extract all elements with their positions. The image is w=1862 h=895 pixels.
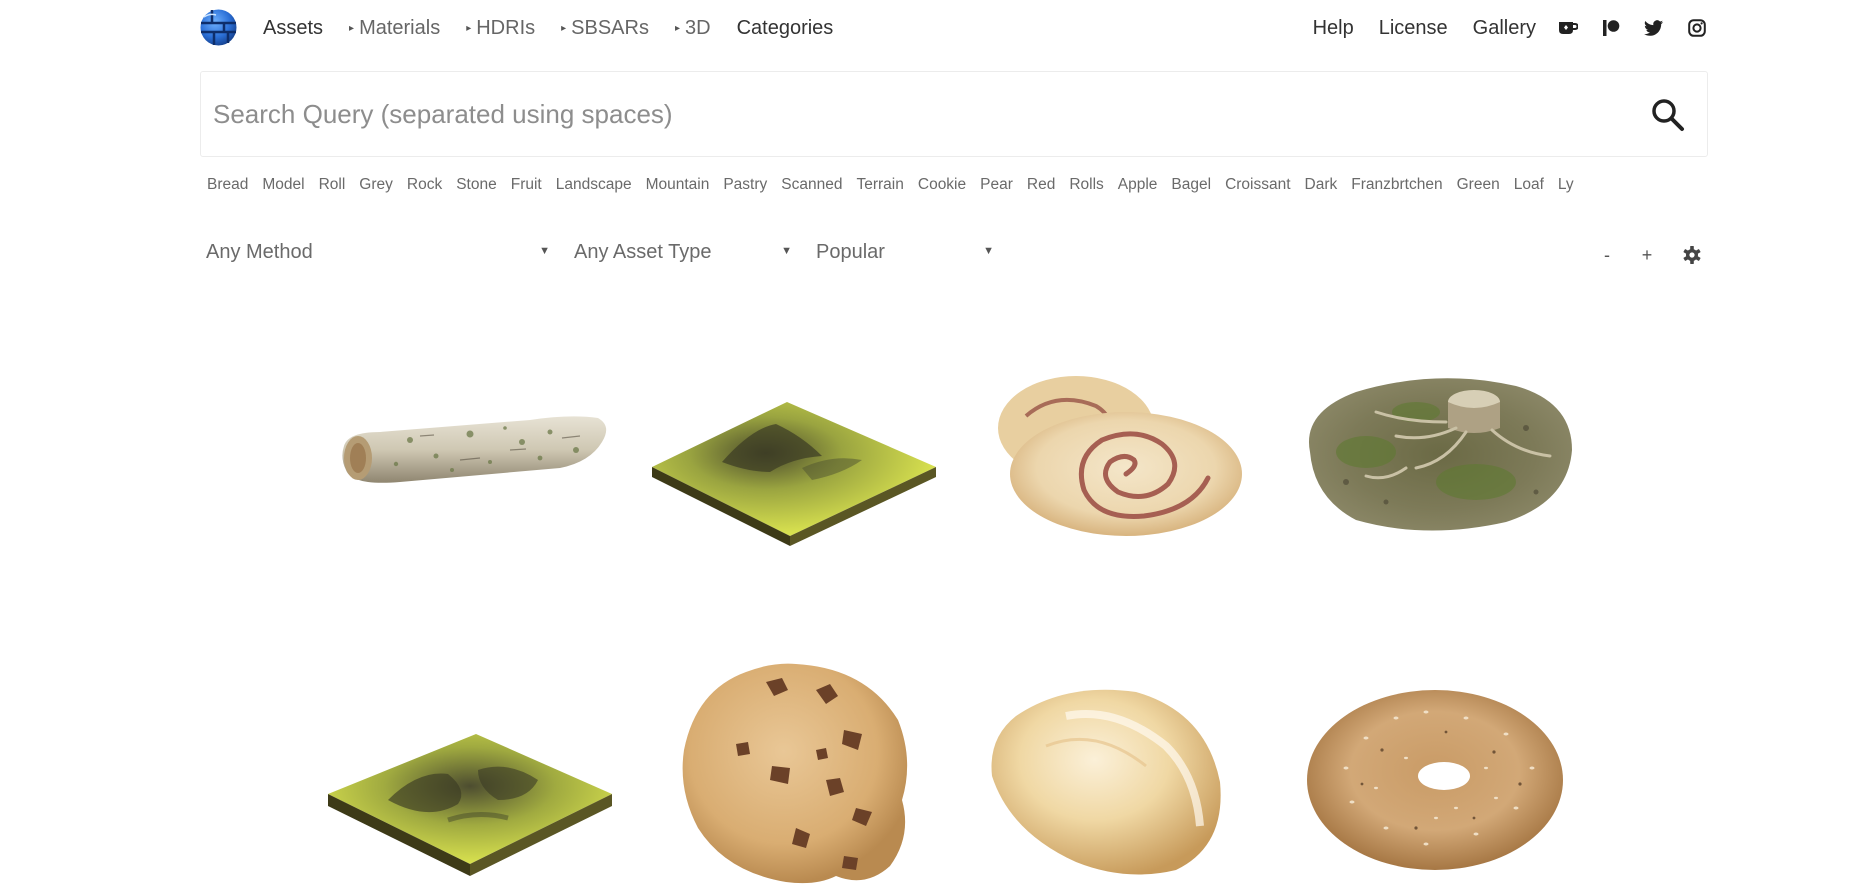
sort-select-value: Popular: [816, 240, 885, 263]
nav-right-links: Help License Gallery: [1288, 0, 1708, 56]
cinnamon-roll-thumbnail[interactable]: [986, 370, 1246, 538]
nav-materials-link[interactable]: ▸ Materials: [349, 17, 440, 40]
sesame-bagel-thumbnail[interactable]: [1306, 688, 1564, 872]
search-box: [200, 71, 1708, 157]
search-input[interactable]: [213, 88, 1593, 140]
tag-bread[interactable]: Bread: [207, 176, 248, 194]
tag-cookie[interactable]: Cookie: [918, 176, 966, 194]
nav-3d-link[interactable]: ▸ 3D: [675, 17, 711, 40]
tag-ly[interactable]: Ly: [1558, 176, 1574, 194]
nav-hdris-label: HDRIs: [476, 16, 536, 39]
tag-scanned[interactable]: Scanned: [781, 176, 842, 194]
tag-croissant[interactable]: Croissant: [1225, 176, 1290, 194]
instagram-icon[interactable]: [1686, 17, 1708, 39]
gear-icon[interactable]: [1682, 245, 1702, 265]
method-select-value: Any Method: [206, 240, 313, 263]
forest-ground-stump-thumbnail[interactable]: [1296, 372, 1576, 536]
top-nav: Assets ▸ Materials ▸ HDRIs ▸ SBSARs ▸ 3D Cat…: [200, 0, 1708, 56]
patreon-icon[interactable]: [1600, 17, 1622, 39]
tag-model[interactable]: Model: [262, 176, 304, 194]
asset-type-select-value: Any Asset Type: [574, 240, 712, 263]
dropdown-arrow-icon: ▼: [983, 245, 994, 257]
nav-materials-label: Materials: [359, 16, 441, 39]
search-icon[interactable]: [1649, 96, 1687, 134]
nav-hdris-link[interactable]: ▸ HDRIs: [466, 17, 535, 40]
chocolate-chip-cookie-thumbnail[interactable]: [676, 660, 916, 888]
tag-fruit[interactable]: Fruit: [511, 176, 542, 194]
tag-list: Bread Model Roll Grey Rock Stone Fruit Landscap…: [200, 176, 1708, 202]
caret-right-icon: ▸: [674, 22, 680, 34]
dropdown-arrow-icon: ▼: [781, 245, 792, 257]
tag-apple[interactable]: Apple: [1118, 176, 1158, 194]
birch-log-thumbnail[interactable]: [340, 410, 610, 486]
method-select[interactable]: Any Method ▼: [206, 237, 550, 267]
caret-right-icon: ▸: [349, 22, 355, 34]
tag-mountain[interactable]: Mountain: [646, 176, 710, 194]
nav-assets-link[interactable]: Assets: [263, 17, 323, 40]
tag-pastry[interactable]: Pastry: [723, 176, 767, 194]
nav-3d-label: 3D: [685, 16, 711, 39]
tag-stone[interactable]: Stone: [456, 176, 497, 194]
tag-franzbrtchen[interactable]: Franzbrtchen: [1351, 176, 1442, 194]
ko-fi-icon[interactable]: [1557, 17, 1579, 39]
mountain-terrain-thumbnail[interactable]: [652, 398, 936, 546]
tag-rolls[interactable]: Rolls: [1069, 176, 1103, 194]
filter-bar: Any Method ▼ Any Asset Type ▼ Popular ▼ …: [200, 237, 1708, 277]
sort-select[interactable]: Popular ▼: [816, 237, 994, 267]
asset-type-select[interactable]: Any Asset Type ▼: [574, 237, 792, 267]
tag-bagel[interactable]: Bagel: [1171, 176, 1211, 194]
tag-pear[interactable]: Pear: [980, 176, 1013, 194]
terrain-ridges-thumbnail[interactable]: [328, 730, 612, 876]
tag-red[interactable]: Red: [1027, 176, 1055, 194]
tag-landscape[interactable]: Landscape: [556, 176, 632, 194]
nav-left-links: Assets ▸ Materials ▸ HDRIs ▸ SBSARs ▸ 3D Cat…: [263, 0, 859, 56]
tag-dark[interactable]: Dark: [1305, 176, 1338, 194]
dropdown-arrow-icon: ▼: [539, 245, 550, 257]
nav-gallery-link[interactable]: Gallery: [1473, 17, 1536, 40]
caret-right-icon: ▸: [466, 22, 472, 34]
nav-sbsars-label: SBSARs: [571, 16, 649, 39]
tag-grey[interactable]: Grey: [359, 176, 393, 194]
twitter-icon[interactable]: [1643, 17, 1665, 39]
caret-right-icon: ▸: [561, 22, 567, 34]
globe-logo-icon[interactable]: [200, 9, 237, 46]
nav-license-link[interactable]: License: [1379, 17, 1448, 40]
zoom-in-button[interactable]: +: [1637, 245, 1657, 266]
nav-categories-link[interactable]: Categories: [737, 17, 834, 40]
tag-roll[interactable]: Roll: [319, 176, 346, 194]
tag-loaf[interactable]: Loaf: [1514, 176, 1544, 194]
tag-terrain[interactable]: Terrain: [856, 176, 903, 194]
bread-roll-thumbnail[interactable]: [986, 686, 1224, 878]
zoom-out-button[interactable]: -: [1597, 245, 1617, 266]
tag-rock[interactable]: Rock: [407, 176, 442, 194]
nav-sbsars-link[interactable]: ▸ SBSARs: [561, 17, 649, 40]
nav-help-link[interactable]: Help: [1313, 17, 1354, 40]
tag-green[interactable]: Green: [1457, 176, 1500, 194]
